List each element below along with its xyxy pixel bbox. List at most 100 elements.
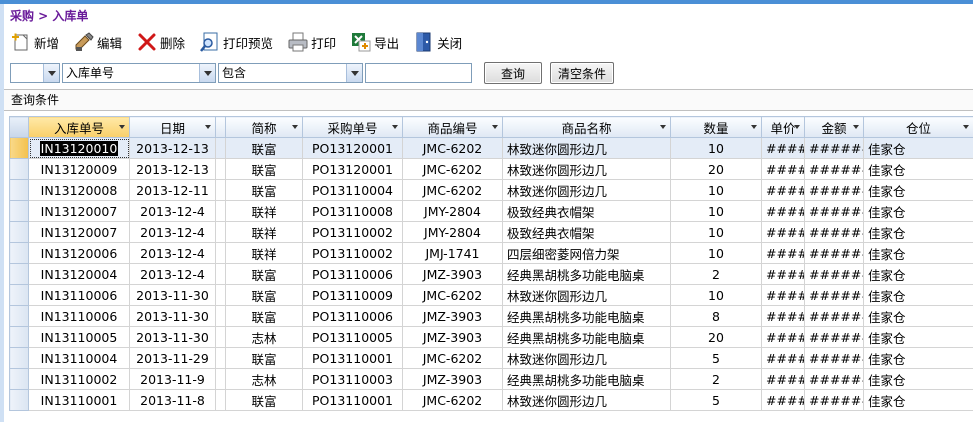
filter-dropdown-icon[interactable]	[963, 125, 969, 129]
cell-po[interactable]: PO13110002	[302, 221, 403, 243]
table-row[interactable]: IN13120007 2013-12-4 联祥 PO13110002 JMY-2804 极…	[9, 221, 973, 243]
logic-select[interactable]	[10, 63, 60, 83]
cell-amount[interactable]: #######	[804, 200, 864, 222]
cell-price[interactable]: #####	[761, 347, 805, 369]
cell-code[interactable]: JMZ-3903	[402, 305, 503, 327]
cell-code[interactable]: JMC-6202	[402, 137, 503, 159]
cell-amount[interactable]: #######	[804, 221, 864, 243]
cell-amount[interactable]: #######	[804, 284, 864, 306]
table-row[interactable]: IN13110005 2013-11-30 志林 PO13110005 JMZ-3903…	[9, 326, 973, 348]
cell-qty[interactable]: 10	[670, 284, 762, 306]
cell-hidden[interactable]	[215, 305, 226, 327]
filter-dropdown-icon[interactable]	[119, 125, 125, 129]
table-row[interactable]: IN13110006 2013-11-30 联富 PO13110006 JMZ-3903…	[9, 305, 973, 327]
cell-id[interactable]: IN13120007	[28, 221, 130, 243]
cell-loc[interactable]: 佳家仓	[863, 305, 973, 327]
cell-abbr[interactable]: 联富	[225, 347, 303, 369]
cell-code[interactable]: JMZ-3903	[402, 263, 503, 285]
cell-id[interactable]: IN13120010	[28, 137, 130, 159]
cell-qty[interactable]: 10	[670, 179, 762, 201]
row-header[interactable]	[9, 368, 29, 390]
cell-amount[interactable]: #######	[804, 368, 864, 390]
cell-code[interactable]: JMC-6202	[402, 158, 503, 180]
print-button[interactable]: 打印	[287, 29, 336, 55]
cell-loc[interactable]: 佳家仓	[863, 137, 973, 159]
table-row[interactable]: IN13110004 2013-11-29 联富 PO13110001 JMC-6202…	[9, 347, 973, 369]
cell-date[interactable]: 2013-12-13	[129, 158, 216, 180]
row-header[interactable]	[9, 158, 29, 180]
cell-loc[interactable]: 佳家仓	[863, 389, 973, 411]
cell-po[interactable]: PO13110003	[302, 368, 403, 390]
cell-loc[interactable]: 佳家仓	[863, 284, 973, 306]
cell-amount[interactable]: #######	[804, 389, 864, 411]
cell-code[interactable]: JMC-6202	[402, 284, 503, 306]
cell-po[interactable]: PO13120001	[302, 137, 403, 159]
cell-po[interactable]: PO13110001	[302, 347, 403, 369]
filter-dropdown-icon[interactable]	[794, 125, 800, 129]
cell-po[interactable]: PO13120001	[302, 158, 403, 180]
cell-hidden[interactable]	[215, 242, 226, 264]
column-header-hidden[interactable]	[215, 116, 226, 138]
cell-hidden[interactable]	[215, 158, 226, 180]
table-row[interactable]: IN13120007 2013-12-4 联祥 PO13110008 JMY-2804 极…	[9, 200, 973, 222]
cell-name[interactable]: 林致迷你圆形边几	[502, 284, 671, 306]
cell-hidden[interactable]	[215, 221, 226, 243]
cell-hidden[interactable]	[215, 179, 226, 201]
cell-qty[interactable]: 20	[670, 326, 762, 348]
row-header[interactable]	[9, 326, 29, 348]
cell-po[interactable]: PO13110001	[302, 389, 403, 411]
cell-price[interactable]: #####	[761, 137, 805, 159]
cell-loc[interactable]: 佳家仓	[863, 368, 973, 390]
print-preview-button[interactable]: 打印预览	[199, 29, 273, 55]
cell-date[interactable]: 2013-11-8	[129, 389, 216, 411]
cell-price[interactable]: #####	[761, 368, 805, 390]
column-header-abbr[interactable]: 简称	[225, 116, 303, 138]
cell-abbr[interactable]: 联富	[225, 284, 303, 306]
cell-price[interactable]: #####	[761, 242, 805, 264]
cell-hidden[interactable]	[215, 347, 226, 369]
cell-po[interactable]: PO13110009	[302, 284, 403, 306]
cell-hidden[interactable]	[215, 200, 226, 222]
cell-po[interactable]: PO13110006	[302, 305, 403, 327]
filter-dropdown-icon[interactable]	[853, 125, 859, 129]
cell-code[interactable]: JMY-2804	[402, 200, 503, 222]
cell-name[interactable]: 经典黑胡桃多功能电脑桌	[502, 368, 671, 390]
cell-date[interactable]: 2013-11-30	[129, 305, 216, 327]
field-select[interactable]: 入库单号	[62, 63, 216, 83]
cell-po[interactable]: PO13110005	[302, 326, 403, 348]
cell-price[interactable]: #####	[761, 158, 805, 180]
cell-po[interactable]: PO13110002	[302, 242, 403, 264]
cell-hidden[interactable]	[215, 284, 226, 306]
cell-date[interactable]: 2013-11-9	[129, 368, 216, 390]
add-button[interactable]: 新增	[10, 29, 59, 55]
filter-dropdown-icon[interactable]	[492, 125, 498, 129]
column-header-location[interactable]: 仓位	[863, 116, 973, 138]
data-grid[interactable]: 入库单号 日期 简称 采购单号 商品编号 商品名称 数量 单价 金额 仓位 IN…	[9, 116, 973, 411]
cell-amount[interactable]: #######	[804, 242, 864, 264]
cell-hidden[interactable]	[215, 263, 226, 285]
filter-dropdown-icon[interactable]	[660, 125, 666, 129]
filter-dropdown-icon[interactable]	[751, 125, 757, 129]
row-header[interactable]	[9, 389, 29, 411]
cell-name[interactable]: 林致迷你圆形边几	[502, 347, 671, 369]
table-row[interactable]: IN13120004 2013-12-4 联富 PO13110006 JMZ-3903 经…	[9, 263, 973, 285]
column-header-po[interactable]: 采购单号	[302, 116, 403, 138]
cell-loc[interactable]: 佳家仓	[863, 179, 973, 201]
cell-abbr[interactable]: 联富	[225, 263, 303, 285]
cell-abbr[interactable]: 联富	[225, 137, 303, 159]
cell-loc[interactable]: 佳家仓	[863, 263, 973, 285]
cell-name[interactable]: 极致经典衣帽架	[502, 221, 671, 243]
cell-abbr[interactable]: 志林	[225, 368, 303, 390]
cell-loc[interactable]: 佳家仓	[863, 158, 973, 180]
filter-dropdown-icon[interactable]	[392, 125, 398, 129]
row-header[interactable]	[9, 284, 29, 306]
cell-id[interactable]: IN13120009	[28, 158, 130, 180]
cell-qty[interactable]: 2	[670, 263, 762, 285]
delete-button[interactable]: 删除	[136, 29, 185, 55]
filter-dropdown-icon[interactable]	[292, 125, 298, 129]
cell-qty[interactable]: 10	[670, 200, 762, 222]
cell-loc[interactable]: 佳家仓	[863, 221, 973, 243]
cell-id[interactable]: IN13110004	[28, 347, 130, 369]
operator-select[interactable]: 包含	[218, 63, 363, 83]
cell-name[interactable]: 经典黑胡桃多功能电脑桌	[502, 326, 671, 348]
